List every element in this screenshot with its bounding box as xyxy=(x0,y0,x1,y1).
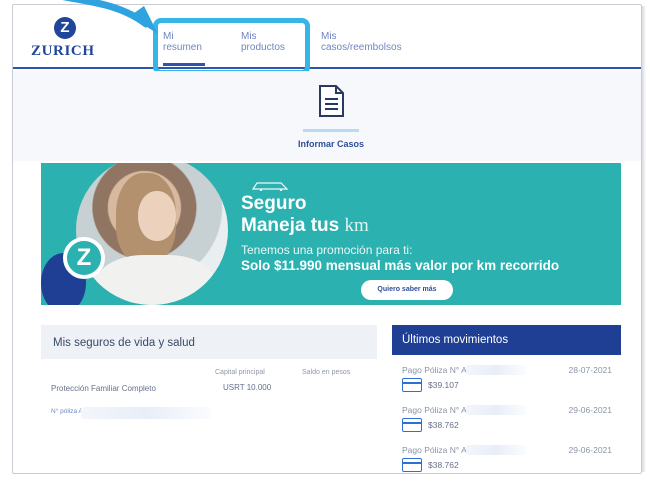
movement-date: 28-07-2021 xyxy=(568,365,612,375)
banner-promo-price: Solo $11.990 mensual más valor por km re… xyxy=(241,258,560,273)
credit-card-icon xyxy=(402,378,422,392)
banner-zurich-z-icon: Z xyxy=(63,237,105,279)
banner-subtitle-bold: Maneja tus xyxy=(241,215,340,236)
policy-capital: USRT 10.000 xyxy=(223,383,272,392)
movement-label: Pago Póliza N° A- xyxy=(402,405,470,415)
promo-banner[interactable]: Z Seguro Maneja tus km Tenemos una promo… xyxy=(41,163,621,305)
life-insurance-panel: Mis seguros de vida y salud Capital prin… xyxy=(41,325,377,471)
column-header-saldo: Saldo en pesos xyxy=(302,369,351,376)
column-header-capital: Capital principal xyxy=(215,369,265,376)
pointer-arrow-icon xyxy=(62,0,158,34)
woman-driving-photo xyxy=(76,163,228,305)
banner-subtitle-light: km xyxy=(344,215,369,236)
movement-item[interactable]: Pago Póliza N° A- 29-06-2021 $38.762 xyxy=(402,405,612,443)
photo-face xyxy=(138,191,176,241)
report-underline xyxy=(303,129,359,132)
redacted-policy-number xyxy=(466,445,526,455)
movement-amount: $38.762 xyxy=(428,460,459,470)
frame-shadow xyxy=(642,6,646,472)
banner-title: Seguro xyxy=(241,193,307,214)
redacted-policy-number xyxy=(81,407,211,419)
movement-amount: $38.762 xyxy=(428,420,459,430)
photo-sweater xyxy=(96,255,216,305)
policy-name[interactable]: Protección Familiar Completo xyxy=(51,383,171,394)
movement-date: 29-06-2021 xyxy=(568,405,612,415)
movements-title: Últimos movimientos xyxy=(402,334,509,346)
movement-item[interactable]: Pago Póliza N° A- 28-07-2021 $39.107 xyxy=(402,365,612,403)
browser-frame: Z ZURICH Mi resumen Mis productos Mis ca… xyxy=(12,4,642,474)
credit-card-icon xyxy=(402,458,422,472)
banner-promo-intro: Tenemos una promoción para ti: xyxy=(241,243,413,257)
movement-amount: $39.107 xyxy=(428,380,459,390)
document-icon[interactable] xyxy=(318,85,344,117)
redacted-policy-number xyxy=(466,365,526,375)
movement-label: Pago Póliza N° A- xyxy=(402,445,470,455)
tab-mis-casos-reembolsos[interactable]: Mis casos/reembolsos xyxy=(321,31,402,53)
car-icon xyxy=(251,182,289,191)
movement-item[interactable]: Pago Póliza N° A- 29-06-2021 $38.762 xyxy=(402,445,612,473)
latest-movements-panel: Últimos movimientos Pago Póliza N° A- 28… xyxy=(392,325,621,473)
movements-header: Últimos movimientos xyxy=(392,325,621,355)
credit-card-icon xyxy=(402,418,422,432)
movement-label: Pago Póliza N° A- xyxy=(402,365,470,375)
redacted-policy-number xyxy=(466,405,526,415)
zurich-wordmark: ZURICH xyxy=(31,43,95,59)
movement-date: 29-06-2021 xyxy=(568,445,612,455)
tabs-highlight-box xyxy=(153,18,310,75)
report-cases-section: Informar Casos xyxy=(13,71,641,161)
policy-number-label: N° póliza A- xyxy=(51,408,86,415)
tab-line1: Mis xyxy=(321,31,337,42)
life-insurance-title: Mis seguros de vida y salud xyxy=(53,337,195,349)
banner-subtitle: Maneja tus km xyxy=(241,215,369,237)
life-insurance-header: Mis seguros de vida y salud xyxy=(41,325,377,359)
report-cases-link[interactable]: Informar Casos xyxy=(283,139,379,149)
learn-more-button[interactable]: Quiero saber más xyxy=(361,280,453,300)
tab-line2: casos/reembolsos xyxy=(321,42,402,53)
